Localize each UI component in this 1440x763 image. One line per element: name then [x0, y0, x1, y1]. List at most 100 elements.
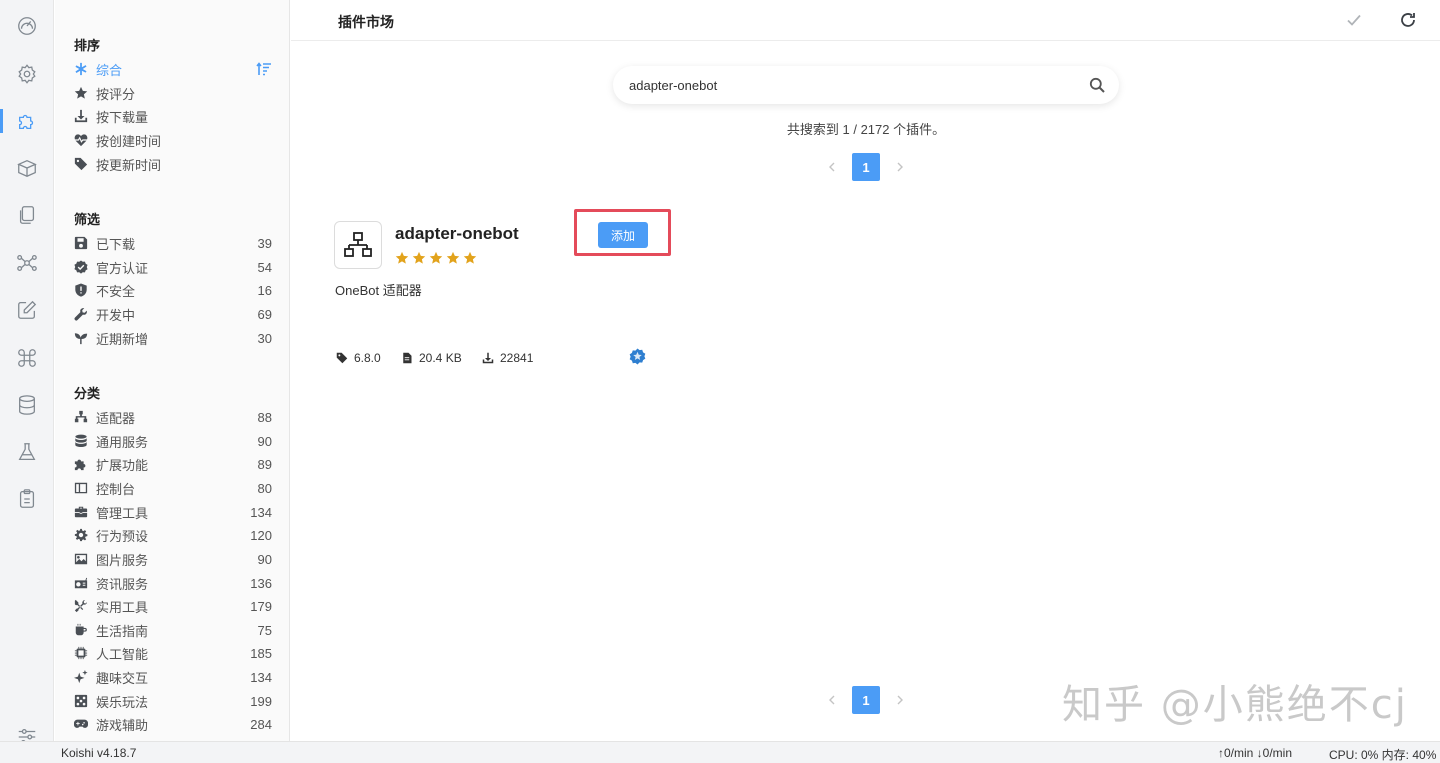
- database-icon[interactable]: [0, 385, 54, 425]
- sort-item-downloads[interactable]: 按下载量: [74, 105, 272, 127]
- tag-icon: [336, 352, 348, 364]
- edit-icon[interactable]: [0, 290, 54, 330]
- image-icon: [74, 552, 96, 566]
- category-item-image[interactable]: 图片服务 90: [74, 548, 272, 570]
- radio-icon: [74, 576, 96, 590]
- page-title: 插件市场: [338, 14, 394, 30]
- network-icon: [74, 410, 96, 424]
- plugin-market-icon[interactable]: [0, 101, 54, 141]
- category-item-extensions[interactable]: 扩展功能 89: [74, 453, 272, 475]
- category-item-adapter[interactable]: 适配器 88: [74, 406, 272, 428]
- bots-network-icon[interactable]: [0, 243, 54, 283]
- search-input[interactable]: [629, 66, 1069, 104]
- filter-item-insecure[interactable]: 不安全 16: [74, 279, 272, 301]
- mug-icon: [74, 623, 96, 637]
- verified-check-icon: [74, 260, 96, 274]
- plugin-icon: [334, 221, 382, 269]
- resource-usage: CPU: 0% 内存: 40%: [1329, 748, 1437, 762]
- chip-icon: [74, 646, 96, 660]
- rating-star-icon: [463, 251, 477, 264]
- tag-icon: [74, 157, 96, 171]
- download-icon: [482, 352, 494, 364]
- asterisk-icon: [74, 62, 96, 76]
- plugin-rating: [395, 251, 477, 265]
- dependencies-box-icon[interactable]: [0, 148, 54, 188]
- category-item-game[interactable]: 游戏辅助 284: [74, 713, 272, 735]
- market-sidebar: 排序 综合 按评分 按下载量 按创建时间 按更新时间 筛选 已下载 39 官方认…: [55, 0, 290, 741]
- filter-section-title: 筛选: [74, 212, 101, 227]
- refresh-icon[interactable]: [1398, 10, 1418, 30]
- category-item-life[interactable]: 生活指南 75: [74, 619, 272, 641]
- plugin-downloads: 22841: [482, 349, 533, 367]
- plugin-description: OneBot 适配器: [335, 283, 422, 298]
- shield-warning-icon: [74, 283, 96, 297]
- plugin-name[interactable]: adapter-onebot: [395, 224, 519, 244]
- filter-item-verified[interactable]: 官方认证 54: [74, 256, 272, 278]
- sort-item-updated[interactable]: 按更新时间: [74, 153, 272, 175]
- network-rate: ↑0/min ↓0/min: [1218, 746, 1293, 760]
- verified-badge-icon[interactable]: [629, 348, 646, 365]
- category-item-services[interactable]: 通用服务 90: [74, 430, 272, 452]
- rating-star-icon: [395, 251, 409, 264]
- toolbox-icon: [74, 505, 96, 519]
- status-bar: Koishi v4.18.7 ↑0/min ↓0/min CPU: 0% 内存:…: [0, 741, 1440, 763]
- app-version: Koishi v4.18.7: [61, 746, 137, 760]
- category-item-preset[interactable]: 行为预设 120: [74, 524, 272, 546]
- prev-page-icon[interactable]: [825, 160, 839, 174]
- add-plugin-button[interactable]: 添加: [598, 222, 648, 248]
- wrench-icon: [74, 307, 96, 321]
- dashboard-icon[interactable]: [0, 6, 54, 46]
- sort-item-created[interactable]: 按创建时间: [74, 129, 272, 151]
- size-text: 20.4 KB: [419, 351, 462, 365]
- category-section-title: 分类: [74, 386, 101, 401]
- next-page-icon[interactable]: [893, 160, 907, 174]
- next-page-icon[interactable]: [893, 693, 907, 707]
- plugin-version: 6.8.0: [336, 349, 381, 367]
- category-item-entertainment[interactable]: 娱乐玩法 199: [74, 690, 272, 712]
- app-window: 排序 综合 按评分 按下载量 按创建时间 按更新时间 筛选 已下载 39 官方认…: [0, 0, 1440, 763]
- search-icon[interactable]: [1089, 77, 1105, 93]
- sandbox-flask-icon[interactable]: [0, 432, 54, 472]
- sort-item-rating[interactable]: 按评分: [74, 82, 272, 104]
- filter-item-developing[interactable]: 开发中 69: [74, 303, 272, 325]
- network-icon: [344, 232, 372, 257]
- sort-direction-icon[interactable]: [256, 62, 272, 76]
- file-icon: [403, 352, 412, 364]
- category-item-console[interactable]: 控制台 80: [74, 477, 272, 499]
- watermark: 知乎 @小熊绝不cj: [1062, 682, 1408, 728]
- apply-check-icon[interactable]: [1344, 10, 1364, 30]
- filter-item-downloaded[interactable]: 已下载 39: [74, 232, 272, 254]
- console-window-icon: [74, 481, 96, 495]
- category-item-manage[interactable]: 管理工具 134: [74, 501, 272, 523]
- rating-star-icon: [412, 251, 426, 264]
- category-item-utility[interactable]: 实用工具 179: [74, 595, 272, 617]
- sort-section-title: 排序: [74, 38, 101, 53]
- puzzle-icon: [74, 457, 96, 471]
- download-icon: [74, 109, 96, 123]
- page-header: 插件市场: [291, 0, 1440, 41]
- pagination-bottom: 1: [818, 686, 914, 714]
- pagination-top: 1: [818, 153, 914, 181]
- downloads-text: 22841: [500, 351, 534, 365]
- category-item-fun[interactable]: 趣味交互 134: [74, 666, 272, 688]
- search-box: [613, 66, 1119, 104]
- prev-page-icon[interactable]: [825, 693, 839, 707]
- sparkles-icon: [74, 670, 96, 684]
- tools-icon: [74, 599, 96, 613]
- rating-star-icon: [429, 251, 443, 264]
- plugin-size: 20.4 KB: [401, 349, 462, 367]
- version-text: 6.8.0: [354, 351, 381, 365]
- category-item-news[interactable]: 资讯服务 136: [74, 572, 272, 594]
- page-number-button[interactable]: 1: [852, 153, 880, 181]
- filter-item-new[interactable]: 近期新增 30: [74, 327, 272, 349]
- page-number-button[interactable]: 1: [852, 686, 880, 714]
- settings-icon[interactable]: [0, 54, 54, 94]
- activity-bar: [0, 0, 54, 745]
- database-icon: [74, 434, 96, 448]
- files-icon[interactable]: [0, 195, 54, 235]
- category-item-ai[interactable]: 人工智能 185: [74, 642, 272, 664]
- sort-item-overall[interactable]: 综合: [74, 58, 272, 80]
- command-icon[interactable]: [0, 338, 54, 378]
- logs-clipboard-icon[interactable]: [0, 479, 54, 519]
- search-result-count: 共搜索到 1 / 2172 个插件。: [786, 122, 946, 137]
